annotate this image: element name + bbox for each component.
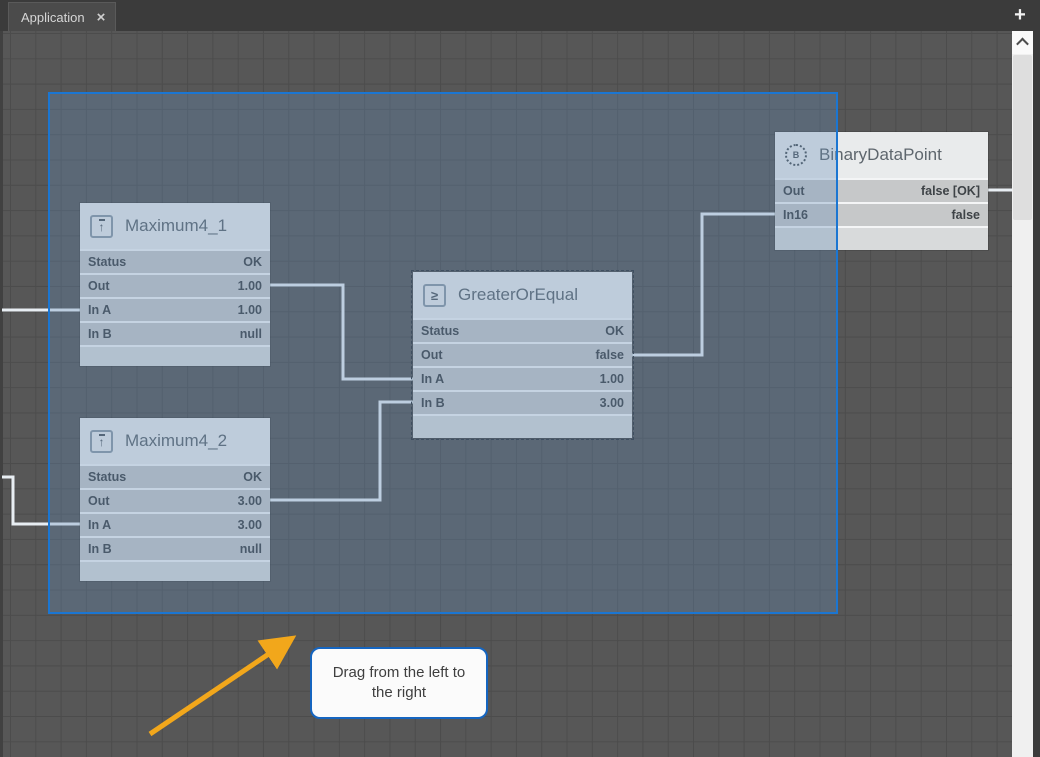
pin-value: false [OK] — [921, 184, 980, 198]
block-footer — [80, 347, 270, 366]
wire[interactable] — [2, 477, 80, 524]
pin-value: false — [952, 208, 981, 222]
pin-label: Status — [88, 470, 126, 484]
scroll-up-button[interactable] — [1012, 31, 1033, 54]
wire[interactable] — [632, 214, 775, 355]
pin-label: In A — [421, 372, 444, 386]
pin-label: Out — [421, 348, 443, 362]
pin-row-out[interactable]: Out 3.00 — [80, 490, 270, 514]
block-header[interactable]: ↑ Maximum4_1 — [80, 203, 270, 251]
pin-label: Out — [88, 279, 110, 293]
tab-bar: Application × + — [0, 0, 1040, 31]
close-icon[interactable]: × — [97, 10, 106, 25]
pin-row-in-a[interactable]: In A 3.00 — [80, 514, 270, 538]
block-footer — [413, 416, 632, 438]
wire[interactable] — [270, 402, 413, 500]
pin-value: OK — [243, 470, 262, 484]
pin-value: 1.00 — [238, 303, 262, 317]
pin-row-out[interactable]: Out false [OK] — [775, 180, 988, 204]
add-tab-button[interactable]: + — [1009, 3, 1031, 27]
pin-row-status[interactable]: Status OK — [413, 320, 632, 344]
pin-value: false — [596, 348, 625, 362]
greater-or-equal-icon: ≥ — [423, 284, 446, 307]
block-footer — [775, 228, 988, 250]
block-footer — [80, 562, 270, 581]
block-title: BinaryDataPoint — [819, 145, 942, 165]
pin-value: 3.00 — [600, 396, 624, 410]
pin-label: In B — [88, 542, 112, 556]
block-title: Maximum4_2 — [125, 431, 227, 451]
maximum-icon: ↑ — [90, 430, 113, 453]
maximum-icon: ↑ — [90, 215, 113, 238]
pin-label: In A — [88, 303, 111, 317]
pin-row-out[interactable]: Out 1.00 — [80, 275, 270, 299]
block-header[interactable]: ↑ Maximum4_2 — [80, 418, 270, 466]
pin-value: OK — [605, 324, 624, 338]
block-binary-data-point[interactable]: B BinaryDataPoint Out false [OK] In16 fa… — [775, 132, 988, 250]
pin-label: In16 — [783, 208, 808, 222]
pin-value: 3.00 — [238, 518, 262, 532]
block-title: GreaterOrEqual — [458, 285, 578, 305]
tutorial-tooltip: Drag from the left to the right — [310, 647, 488, 719]
pin-value: 1.00 — [238, 279, 262, 293]
pin-label: In A — [88, 518, 111, 532]
pin-row-in-b[interactable]: In B 3.00 — [413, 392, 632, 416]
pin-label: Out — [783, 184, 805, 198]
pin-label: In B — [421, 396, 445, 410]
pin-value: 3.00 — [238, 494, 262, 508]
block-header[interactable]: ≥ GreaterOrEqual — [413, 272, 632, 320]
pin-row-out[interactable]: Out false — [413, 344, 632, 368]
block-header[interactable]: B BinaryDataPoint — [775, 132, 988, 180]
pin-label: Status — [88, 255, 126, 269]
pin-row-in-a[interactable]: In A 1.00 — [80, 299, 270, 323]
pin-row-in-b[interactable]: In B null — [80, 323, 270, 347]
pin-value: 1.00 — [600, 372, 624, 386]
block-maximum4-1[interactable]: ↑ Maximum4_1 Status OK Out 1.00 In A 1.0… — [80, 203, 270, 366]
wiresheet-canvas[interactable]: ↑ Maximum4_1 Status OK Out 1.00 In A 1.0… — [0, 31, 1012, 757]
pin-row-status[interactable]: Status OK — [80, 466, 270, 490]
pin-row-status[interactable]: Status OK — [80, 251, 270, 275]
pin-label: In B — [88, 327, 112, 341]
tab-application[interactable]: Application × — [8, 2, 116, 31]
pin-value: null — [240, 542, 262, 556]
chevron-up-icon — [1016, 38, 1029, 51]
block-maximum4-2[interactable]: ↑ Maximum4_2 Status OK Out 3.00 In A 3.0… — [80, 418, 270, 581]
binary-data-point-icon: B — [785, 144, 807, 166]
block-greater-or-equal[interactable]: ≥ GreaterOrEqual Status OK Out false In … — [413, 272, 632, 438]
pin-label: Status — [421, 324, 459, 338]
pin-row-in-b[interactable]: In B null — [80, 538, 270, 562]
pin-value: OK — [243, 255, 262, 269]
pin-row-in16[interactable]: In16 false — [775, 204, 988, 228]
vertical-scrollbar[interactable] — [1012, 31, 1033, 757]
block-title: Maximum4_1 — [125, 216, 227, 236]
scrollbar-thumb[interactable] — [1013, 55, 1032, 220]
pin-value: null — [240, 327, 262, 341]
wire[interactable] — [270, 285, 413, 379]
pin-row-in-a[interactable]: In A 1.00 — [413, 368, 632, 392]
tab-label: Application — [21, 10, 85, 25]
pin-label: Out — [88, 494, 110, 508]
